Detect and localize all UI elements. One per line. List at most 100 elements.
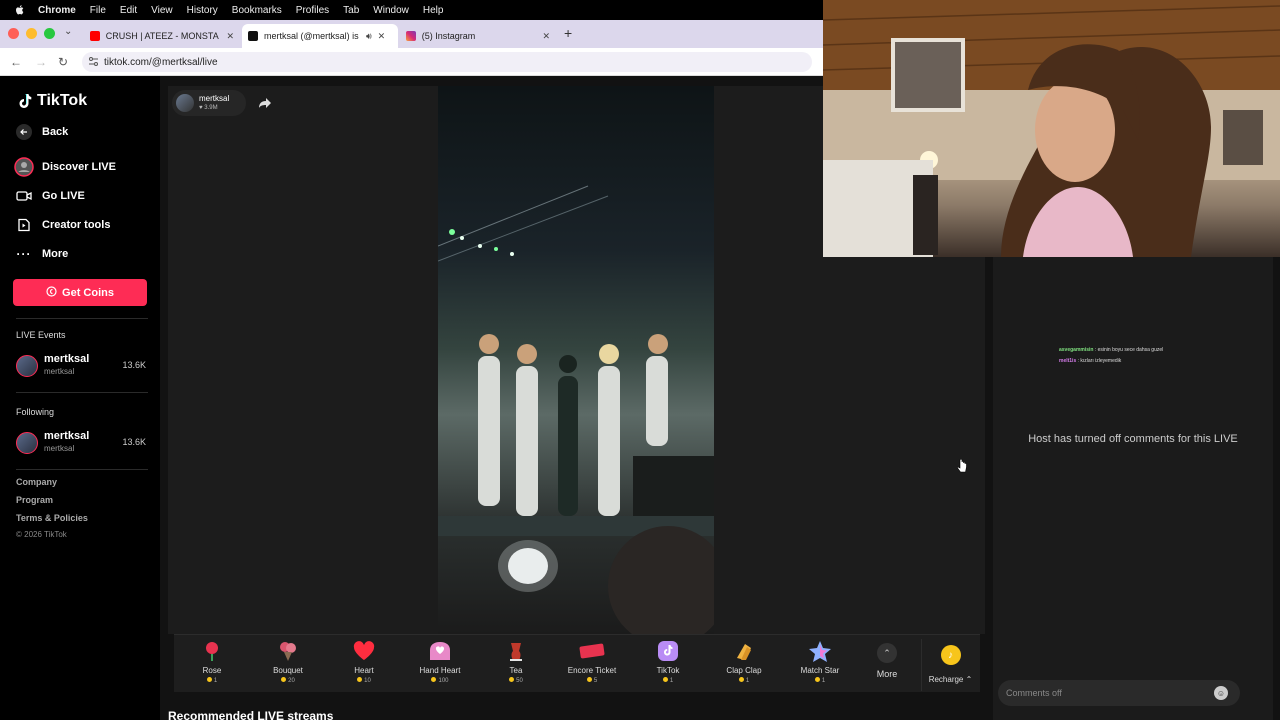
following-account[interactable]: mertksal mertksal 13.6K [16,430,146,458]
minimize-window-button[interactable] [26,28,37,39]
gift-heart[interactable]: Heart 10 [326,639,402,684]
close-tab-icon[interactable]: ✕ [542,31,550,42]
price-value: 5 [593,678,598,684]
zoom-window-button[interactable] [44,28,55,39]
hand-heart-icon [427,639,453,663]
forward-arrow-icon[interactable]: → [35,55,47,69]
gift-tea[interactable]: Tea 50 [478,639,554,684]
tiktok-logo[interactable]: TikTok [16,92,87,110]
price-value: 10 [364,678,371,684]
live-video-stream[interactable] [438,86,714,634]
tab-tiktok-live[interactable]: mertksal (@mertksal) is L 🔊︎ ✕ [242,24,398,48]
nav-label: Go LIVE [42,190,85,202]
nav-go-live[interactable]: Go LIVE [14,186,85,206]
menu-file[interactable]: File [90,5,106,16]
reload-icon[interactable]: ↻ [58,55,68,69]
gift-price: 1 [782,677,858,684]
apple-icon[interactable] [14,4,26,16]
gift-bouquet[interactable]: Bouquet 20 [250,639,326,684]
gift-encore-ticket[interactable]: Encore Ticket 5 [554,639,630,684]
nav-label: Creator tools [42,219,111,231]
coin-icon [509,677,515,682]
chat-username[interactable]: asvegammisin [1059,347,1093,353]
menu-window[interactable]: Window [373,5,409,16]
chevron-up-icon: ⌃ [877,643,897,663]
host-info[interactable]: mertksal ♥ 3.9M [172,90,246,116]
menu-profiles[interactable]: Profiles [296,5,329,16]
coin-icon [431,677,437,682]
speaker-icon[interactable]: 🔊︎ [366,31,372,42]
gift-tiktok[interactable]: TikTok 1 [630,639,706,684]
close-tab-icon[interactable]: ✕ [226,31,234,42]
coin-icon [357,677,363,682]
gift-rose[interactable]: Rose 1 [174,639,250,684]
nav-more[interactable]: ··· More [14,244,69,264]
gift-name: Tea [509,666,523,675]
bouquet-icon [275,639,301,663]
gift-price: 20 [250,677,326,684]
comments-off-notice: Host has turned off comments for this LI… [1028,433,1238,445]
address-bar[interactable]: tiktok.com/@mertksal/live [82,52,812,72]
menu-bookmarks[interactable]: Bookmarks [232,5,282,16]
camera-icon [14,186,34,206]
chat-username[interactable]: melt1is [1059,358,1076,364]
rose-icon [199,639,225,663]
share-icon[interactable] [256,94,274,112]
back-label: Back [42,126,69,138]
more-dots-icon: ··· [16,247,32,261]
footer-link-terms[interactable]: Terms & Policies [16,513,88,523]
viewer-count: 13.6K [122,360,146,370]
get-coins-button[interactable]: Get Coins [13,279,147,306]
close-tab-icon[interactable]: ✕ [378,31,386,42]
gift-name: Hand Heart [419,666,461,675]
live-avatar-icon [14,157,34,177]
site-info-icon[interactable] [88,56,99,67]
recharge-button[interactable]: ♪ Recharge ⌃ [921,639,979,691]
menu-app-name[interactable]: Chrome [38,5,76,16]
gift-clap-clap[interactable]: Clap Clap 1 [706,639,782,684]
coin-icon [586,677,592,682]
gift-price: 50 [478,677,554,684]
menu-history[interactable]: History [187,5,218,16]
back-arrow-icon[interactable]: ← [10,55,22,69]
price-value: 1 [821,678,826,684]
webcam-overlay [823,0,1280,257]
new-tab-button[interactable]: + [564,25,572,41]
price-value: 1 [213,678,218,684]
tab-search-chevron-icon[interactable]: ⌄ [64,26,72,37]
price-value: 20 [288,678,295,684]
footer-link-program[interactable]: Program [16,495,53,505]
footer-link-company[interactable]: Company [16,477,57,487]
logo-text: TikTok [37,92,88,109]
back-button[interactable]: Back [14,122,68,142]
divider [16,392,148,393]
gift-match-star[interactable]: Match Star 1 [782,639,858,684]
coin-icon [46,285,57,300]
emoji-icon[interactable]: ☺ [1214,686,1228,700]
menu-tab[interactable]: Tab [343,5,359,16]
window-controls [8,28,55,39]
tab-youtube[interactable]: CRUSH | ATEEZ - MONSTA X ✕ [84,24,240,48]
close-window-button[interactable] [8,28,19,39]
more-gifts-button[interactable]: ⌃ More [874,643,900,679]
gift-price: 1 [174,677,250,684]
nav-creator-tools[interactable]: Creator tools [14,215,110,235]
tab-instagram[interactable]: (5) Instagram ✕ [400,24,556,48]
price-value: 1 [669,678,674,684]
menu-help[interactable]: Help [423,5,444,16]
comment-input[interactable] [1006,680,1206,706]
live-event-account[interactable]: mertksal mertksal 13.6K [16,353,146,381]
gift-name: Encore Ticket [567,666,617,675]
gift-name: Rose [202,666,222,675]
gift-name: TikTok [656,666,680,675]
coin-icon [738,677,744,682]
divider [16,469,148,470]
menu-edit[interactable]: Edit [120,5,137,16]
coin-icon [814,677,820,682]
gift-hand-heart[interactable]: Hand Heart 100 [402,639,478,684]
nav-discover-live[interactable]: Discover LIVE [14,157,116,177]
menu-view[interactable]: View [151,5,173,16]
gift-name: Bouquet [273,666,303,675]
price-value: 100 [438,678,449,684]
back-circle-icon [14,122,34,142]
